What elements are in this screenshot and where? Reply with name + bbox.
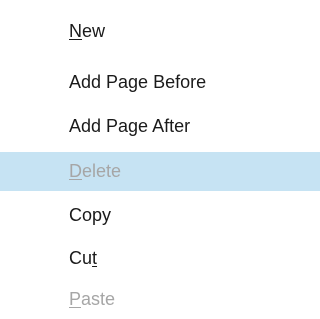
menu-item-delete-label: Delete [69,161,122,181]
menu-item-add-page-before-label: Add Page Before [69,72,207,92]
mnemonic-d: D [69,161,82,181]
menu-item-new-label: New [69,21,106,41]
menu-item-new[interactable]: New [0,12,320,50]
mnemonic-n: N [69,21,82,41]
menu-item-paste-label: Paste [69,289,116,309]
menu-item-cut[interactable]: Cut [0,239,320,277]
mnemonic-p: P [69,289,82,309]
menu-item-paste[interactable]: Paste [0,280,320,318]
menu-item-delete[interactable]: Delete [0,152,320,191]
menu-item-copy[interactable]: Copy [0,196,320,234]
menu-item-copy-label: Copy [69,205,112,225]
menu-item-cut-label: Cut [69,248,98,268]
context-menu: New Add Page Before Add Page After Delet… [0,0,320,319]
menu-item-add-page-after[interactable]: Add Page After [0,107,320,145]
mnemonic-t: t [92,248,98,268]
menu-item-add-page-after-label: Add Page After [69,116,191,136]
menu-item-add-page-before[interactable]: Add Page Before [0,63,320,101]
